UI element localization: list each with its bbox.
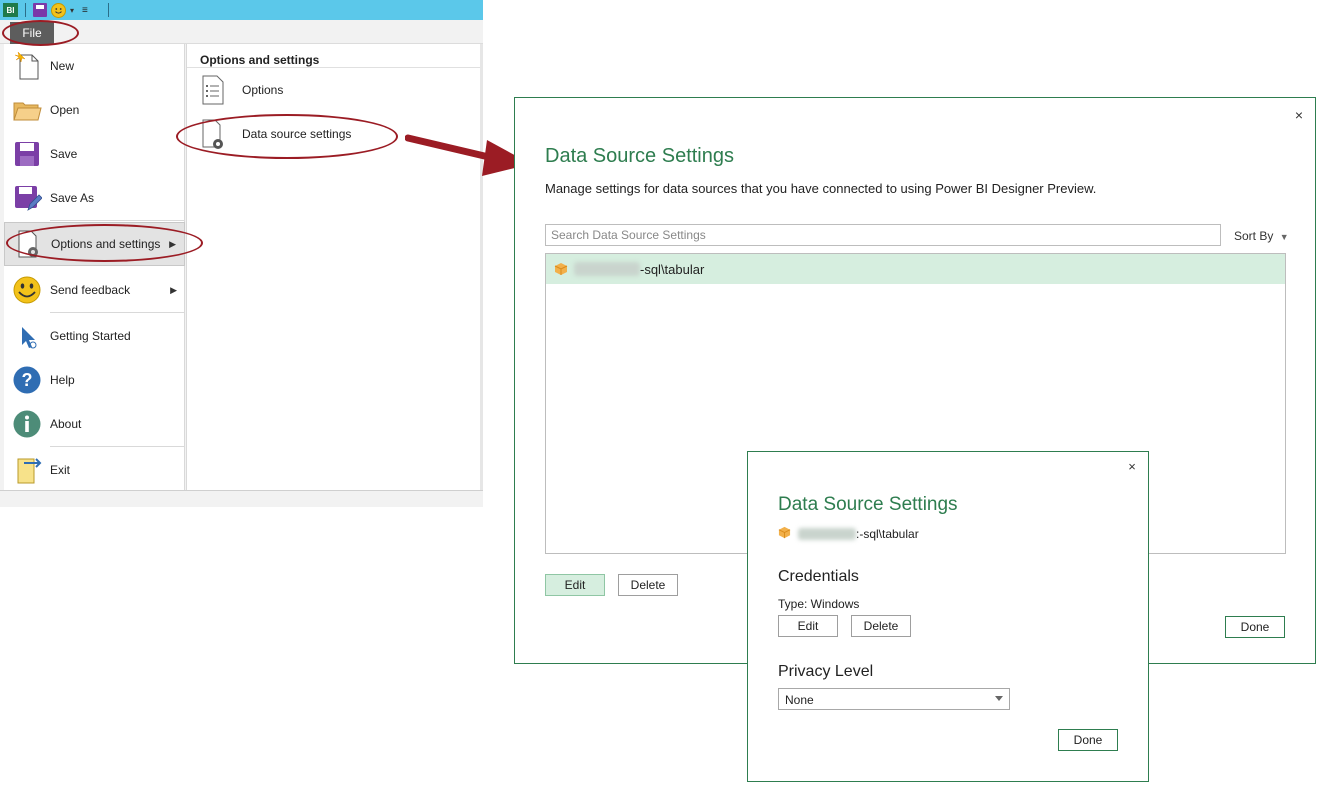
title-bar: BI ▾ ≡ bbox=[0, 0, 483, 20]
title-bar-divider bbox=[108, 3, 109, 17]
sort-by-dropdown[interactable]: Sort By ▼ bbox=[1234, 229, 1289, 243]
save-disk-icon bbox=[12, 139, 42, 169]
data-source-detail-dialog: × Data Source Settings :-sql\tabular Cre… bbox=[747, 451, 1149, 782]
menu-item-label: Send feedback bbox=[50, 283, 131, 297]
menu-item-label: About bbox=[50, 417, 82, 431]
menu-item-new[interactable]: New bbox=[4, 44, 185, 88]
toolbar-divider bbox=[25, 3, 26, 17]
menu-bar: File bbox=[0, 20, 483, 44]
done-button[interactable]: Done bbox=[1225, 616, 1285, 638]
status-strip bbox=[0, 490, 483, 507]
dialog-title: Data Source Settings bbox=[545, 145, 734, 167]
menu-item-label: Save bbox=[50, 147, 78, 161]
menu-item-save-as[interactable]: Save As bbox=[4, 176, 185, 220]
help-question-icon: ? bbox=[12, 365, 42, 395]
list-item[interactable]: -sql\tabular bbox=[546, 254, 1285, 284]
chevron-down-icon: ▼ bbox=[1279, 232, 1289, 242]
smiley-icon bbox=[12, 275, 42, 305]
delete-button[interactable]: Delete bbox=[618, 574, 678, 596]
menu-item-label: Save As bbox=[50, 191, 95, 205]
quick-save-icon[interactable] bbox=[33, 3, 47, 17]
file-tab[interactable]: File bbox=[10, 22, 54, 44]
feedback-dropdown-icon[interactable]: ▾ bbox=[70, 6, 74, 15]
credentials-type: Type: Windows bbox=[778, 597, 860, 611]
menu-item-label: Options and settings bbox=[51, 237, 161, 251]
close-icon[interactable]: × bbox=[1125, 459, 1139, 474]
exit-document-icon bbox=[12, 455, 42, 485]
menu-item-save[interactable]: Save bbox=[4, 132, 185, 176]
quick-feedback-smiley-icon[interactable] bbox=[51, 2, 66, 18]
power-bi-designer-window: BI ▾ ≡ File New Open Save Save As Option… bbox=[0, 0, 483, 507]
menu-item-label: Exit bbox=[50, 463, 71, 477]
submenu-header: Options and settings bbox=[187, 44, 482, 68]
options-submenu: Options and settings Options Data source… bbox=[186, 44, 482, 490]
options-gear-document-icon bbox=[13, 229, 43, 259]
done-button[interactable]: Done bbox=[1058, 729, 1118, 751]
edit-button[interactable]: Edit bbox=[545, 574, 605, 596]
submenu-arrow-icon: ▶ bbox=[169, 238, 176, 249]
menu-item-label: Getting Started bbox=[50, 329, 131, 343]
redacted-server-name bbox=[574, 262, 640, 276]
delete-credentials-button[interactable]: Delete bbox=[851, 615, 911, 637]
dialog-title: Data Source Settings bbox=[778, 494, 958, 515]
privacy-level-heading: Privacy Level bbox=[778, 663, 874, 680]
menu-item-getting-started[interactable]: Getting Started bbox=[4, 314, 185, 358]
info-icon bbox=[12, 409, 42, 439]
menu-item-about[interactable]: About bbox=[4, 402, 185, 446]
folder-open-icon bbox=[12, 95, 42, 125]
cube-icon bbox=[778, 526, 791, 539]
save-as-icon bbox=[12, 183, 43, 213]
menu-divider bbox=[50, 220, 184, 221]
menu-divider bbox=[50, 446, 184, 447]
cube-icon bbox=[554, 262, 568, 276]
menu-item-label: Open bbox=[50, 103, 80, 117]
file-menu: New Open Save Save As Options and settin… bbox=[4, 44, 185, 490]
menu-item-send-feedback[interactable]: Send feedback ▶ bbox=[4, 268, 185, 312]
svg-text:?: ? bbox=[22, 370, 33, 390]
app-logo-icon: BI bbox=[3, 3, 18, 17]
submenu-arrow-icon: ▶ bbox=[170, 284, 177, 295]
options-list-document-icon bbox=[201, 75, 225, 105]
chevron-down-icon bbox=[995, 696, 1003, 701]
data-source-name: :-sql\tabular bbox=[856, 527, 919, 541]
submenu-item-options[interactable]: Options bbox=[187, 69, 482, 113]
submenu-item-label: Options bbox=[242, 83, 284, 97]
search-input[interactable]: Search Data Source Settings bbox=[545, 224, 1221, 246]
window-edge bbox=[480, 44, 483, 490]
sort-by-label: Sort By bbox=[1234, 229, 1274, 243]
redacted-server-name bbox=[798, 528, 856, 540]
customize-toolbar-icon[interactable]: ≡ bbox=[82, 5, 88, 16]
selected-data-source: :-sql\tabular bbox=[778, 526, 1078, 544]
menu-item-options-and-settings[interactable]: Options and settings ▶ bbox=[4, 222, 185, 266]
cursor-pointer-icon bbox=[12, 321, 42, 351]
close-icon[interactable]: × bbox=[1292, 107, 1306, 123]
menu-item-label: Help bbox=[50, 373, 75, 387]
new-document-icon bbox=[12, 51, 42, 81]
menu-item-exit[interactable]: Exit bbox=[4, 448, 185, 492]
edit-credentials-button[interactable]: Edit bbox=[778, 615, 838, 637]
credentials-heading: Credentials bbox=[778, 568, 859, 585]
data-source-gear-document-icon bbox=[201, 119, 225, 149]
menu-item-open[interactable]: Open bbox=[4, 88, 185, 132]
menu-item-help[interactable]: ? Help bbox=[4, 358, 185, 402]
submenu-item-label: Data source settings bbox=[242, 127, 352, 141]
data-source-name: -sql\tabular bbox=[640, 262, 705, 277]
privacy-level-value: None bbox=[785, 693, 814, 707]
menu-divider bbox=[50, 312, 184, 313]
dialog-description: Manage settings for data sources that yo… bbox=[545, 181, 1097, 196]
privacy-level-select[interactable]: None bbox=[778, 688, 1010, 710]
menu-item-label: New bbox=[50, 59, 75, 73]
